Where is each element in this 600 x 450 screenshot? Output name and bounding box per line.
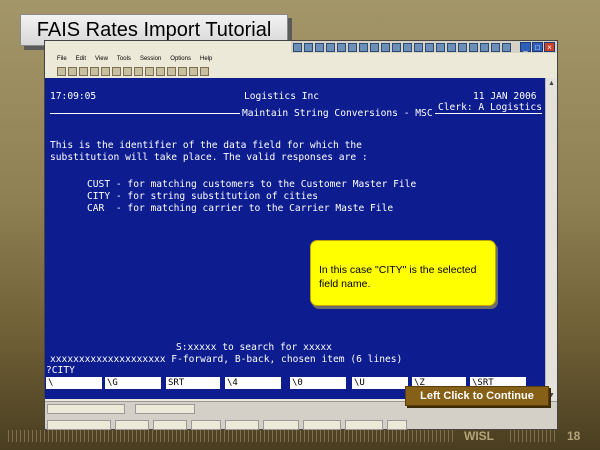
taskbar-item[interactable] — [191, 420, 221, 430]
function-key-field[interactable]: \4 — [225, 377, 281, 389]
toolbar-icon[interactable] — [425, 42, 434, 52]
main-toolbar — [45, 65, 557, 77]
tutorial-callout: In this case "CITY" is the selected fiel… — [310, 240, 496, 306]
menu-item-options[interactable]: Options — [170, 56, 191, 62]
toolbar-icon[interactable] — [447, 42, 456, 52]
function-key-field[interactable]: SRT — [166, 377, 220, 389]
option-car: CAR - for matching carrier to the Carrie… — [87, 203, 394, 214]
toolbar-icon[interactable] — [392, 42, 401, 52]
toolbar-icon[interactable] — [491, 42, 500, 52]
cut-icon[interactable] — [101, 66, 110, 76]
toolbar-icon[interactable] — [469, 42, 478, 52]
toolbar-icon[interactable] — [304, 42, 313, 52]
toolbar-icon[interactable] — [480, 42, 489, 52]
search-hint: S:xxxxx to search for xxxxx — [176, 342, 332, 353]
toolbar-icon[interactable] — [337, 42, 346, 52]
taskbar-item[interactable] — [135, 404, 195, 414]
toolbar-icon[interactable] — [403, 42, 412, 52]
terminal-screen-name: Maintain String Conversions - MSC — [240, 108, 435, 119]
quick-launch-toolbar: _ □ × — [291, 41, 557, 53]
save-icon[interactable] — [79, 66, 88, 76]
open-icon[interactable] — [68, 66, 77, 76]
toolbar-icon[interactable] — [348, 42, 357, 52]
taskbar-item[interactable] — [115, 420, 149, 430]
toolbar-icon[interactable] — [370, 42, 379, 52]
taskbar-item[interactable] — [263, 420, 299, 430]
color-icon[interactable] — [189, 66, 198, 76]
taskbar-item[interactable] — [225, 420, 259, 430]
terminal-time: 17:09:05 — [50, 91, 97, 102]
menu-item-help[interactable]: Help — [200, 56, 212, 62]
navigation-hint: xxxxxxxxxxxxxxxxxxxx F-forward, B-back, … — [50, 354, 403, 365]
toolbar-icon[interactable] — [315, 42, 324, 52]
taskbar-item[interactable] — [345, 420, 383, 430]
help-line: substitution will take place. The valid … — [50, 152, 368, 163]
terminal-company: Logistics Inc — [244, 91, 320, 102]
terminal-app-window: _ □ × File Edit View Tools Session Optio… — [44, 40, 558, 430]
toolbar-icon[interactable] — [502, 42, 511, 52]
close-button[interactable]: × — [544, 42, 555, 52]
maximize-button[interactable]: □ — [532, 42, 543, 52]
font-icon[interactable] — [178, 66, 187, 76]
footer-decoration — [510, 430, 556, 442]
copy-icon[interactable] — [112, 66, 121, 76]
help-line: This is the identifier of the data field… — [50, 140, 362, 151]
scroll-up-arrow-icon[interactable]: ▲ — [546, 78, 557, 89]
menu-item-tools[interactable]: Tools — [117, 56, 131, 62]
toolbar-icon[interactable] — [414, 42, 423, 52]
option-cust: CUST - for matching customers to the Cus… — [87, 179, 417, 190]
terminal-clerk: Clerk: A Logistics — [438, 102, 542, 113]
toolbar-icon[interactable] — [326, 42, 335, 52]
print-icon[interactable] — [90, 66, 99, 76]
taskbar-item[interactable] — [387, 420, 407, 430]
toolbar-icon[interactable] — [359, 42, 368, 52]
footer-brand: WISL — [464, 429, 494, 443]
help-icon[interactable] — [200, 66, 209, 76]
paste-icon[interactable] — [123, 66, 132, 76]
function-key-field[interactable]: \U — [352, 377, 408, 389]
connect-icon[interactable] — [134, 66, 143, 76]
function-key-field[interactable]: \ — [46, 377, 102, 389]
settings-icon[interactable] — [156, 66, 165, 76]
toolbar-icon[interactable] — [436, 42, 445, 52]
command-prompt[interactable]: ?CITY — [46, 365, 75, 376]
taskbar-item[interactable] — [153, 420, 187, 430]
toolbar-icon[interactable] — [381, 42, 390, 52]
toolbar-icon[interactable] — [293, 42, 302, 52]
new-icon[interactable] — [57, 66, 66, 76]
function-key-field[interactable]: \G — [105, 377, 161, 389]
terminal-date: 11 JAN 2006 — [473, 91, 537, 102]
footer-decoration — [8, 430, 456, 442]
keyboard-icon[interactable] — [167, 66, 176, 76]
taskbar-row — [45, 418, 557, 430]
page-number: 18 — [567, 429, 581, 443]
menu-bar: File Edit View Tools Session Options Hel… — [45, 54, 557, 64]
menu-item-session[interactable]: Session — [140, 56, 161, 62]
vertical-scrollbar[interactable]: ▲ ▼ — [545, 78, 557, 401]
menu-item-edit[interactable]: Edit — [76, 56, 86, 62]
window-controls: _ □ × — [520, 42, 555, 52]
taskbar-item[interactable] — [47, 420, 111, 430]
option-city: CITY - for string substitution of cities — [87, 191, 319, 202]
disconnect-icon[interactable] — [145, 66, 154, 76]
menu-item-file[interactable]: File — [57, 56, 67, 62]
continue-button[interactable]: Left Click to Continue — [405, 386, 549, 406]
terminal-screen[interactable]: 17:09:05 Logistics Inc 11 JAN 2006 Clerk… — [45, 78, 547, 399]
menu-item-view[interactable]: View — [95, 56, 108, 62]
taskbar-item[interactable] — [303, 420, 341, 430]
minimize-button[interactable]: _ — [520, 42, 531, 52]
function-key-field[interactable]: \0 — [290, 377, 346, 389]
taskbar-item[interactable] — [47, 404, 125, 414]
toolbar-icon[interactable] — [458, 42, 467, 52]
